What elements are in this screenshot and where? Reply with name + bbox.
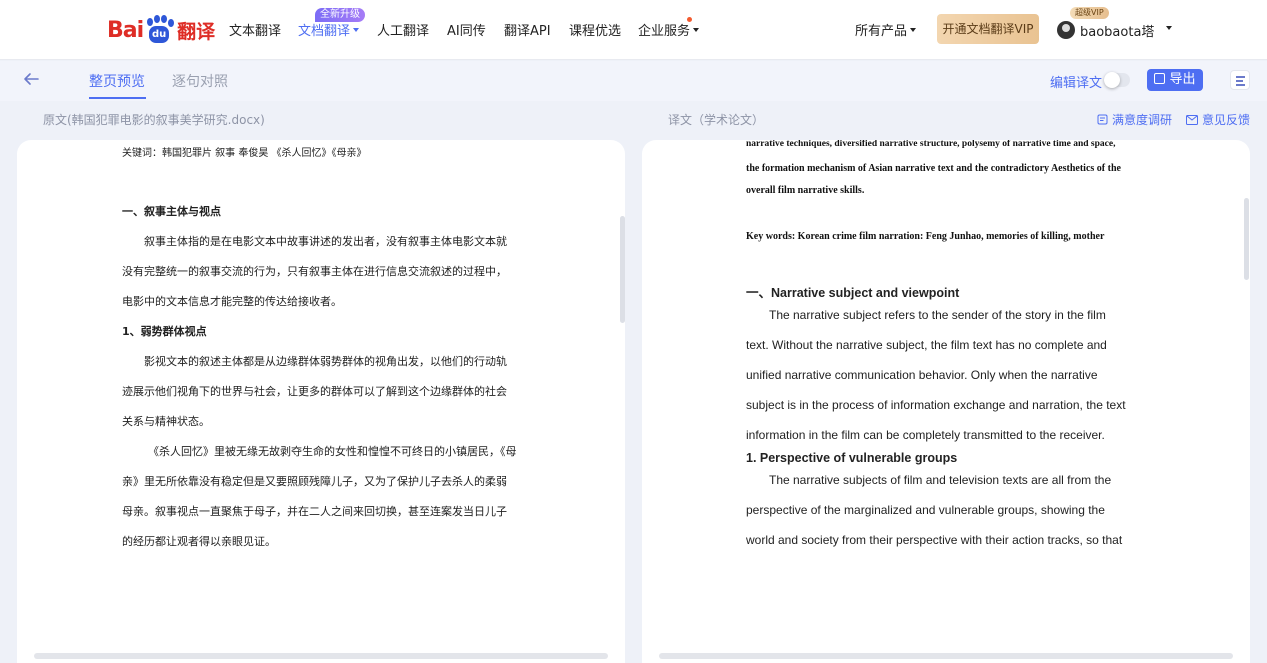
- chevron-down-icon: [353, 27, 360, 32]
- target-paragraph-line: unified narrative communication behavior…: [746, 368, 1098, 382]
- nav-translation-api[interactable]: 翻译API: [504, 20, 551, 39]
- feedback-link[interactable]: 意见反馈: [1186, 111, 1250, 128]
- nav-ai-interpretation[interactable]: AI同传: [447, 20, 486, 39]
- logo-fanyi-text: 翻译: [177, 20, 216, 43]
- export-icon: [1154, 73, 1166, 84]
- target-heading-2: 1. Perspective of vulnerable groups: [746, 451, 958, 465]
- source-paragraph-line: 《杀人回忆》里被无缘无故剥夺生命的女性和惶惶不可终日的小镇居民，《母: [148, 445, 517, 458]
- open-vip-button[interactable]: 开通文档翻译VIP: [937, 14, 1039, 44]
- source-paragraph-line: 关系与精神状态。: [122, 415, 210, 428]
- export-button[interactable]: 导出: [1147, 69, 1203, 91]
- back-arrow-icon[interactable]: [22, 70, 40, 88]
- mail-icon: [1186, 115, 1198, 125]
- horizontal-scrollbar[interactable]: [34, 653, 608, 659]
- edit-translation-toggle[interactable]: [1104, 72, 1130, 88]
- source-paragraph-line: 电影中的文本信息才能完整的传达给接收者。: [122, 295, 342, 308]
- target-paragraph-line: world and society from their perspective…: [746, 533, 1123, 547]
- source-document-panel[interactable]: 关键词：韩国犯罪片 叙事 奉俊昊 《杀人回忆》《母亲》 一、叙事主体与视点 叙事…: [17, 140, 625, 663]
- chevron-down-icon: [693, 27, 700, 32]
- target-abstract-line: narrative techniques, diversified narrat…: [746, 140, 1116, 149]
- tab-page-preview[interactable]: 整页预览: [89, 71, 145, 91]
- target-paragraph-line: subject is in the process of information…: [746, 398, 1126, 412]
- nav-text-translation[interactable]: 文本翻译: [229, 20, 281, 39]
- target-paragraph-line: text. Without the narrative subject, the…: [746, 338, 1107, 352]
- survey-icon: [1097, 114, 1108, 125]
- translated-document-panel[interactable]: narrative techniques, diversified narrat…: [642, 140, 1250, 663]
- nav-courses[interactable]: 课程优选: [569, 20, 621, 39]
- notification-dot: [687, 17, 692, 22]
- horizontal-scrollbar[interactable]: [659, 653, 1233, 659]
- baidu-paw-icon: du: [144, 15, 175, 45]
- baidu-fanyi-logo[interactable]: Bai du 翻译: [107, 14, 215, 46]
- active-tab-indicator: [89, 97, 146, 99]
- source-paragraph-line: 叙事主体指的是在电影文本中故事讲述的发出者，没有叙事主体电影文本就: [144, 235, 507, 248]
- source-doc-title: 原文(韩国犯罪电影的叙事美学研究.docx): [43, 113, 265, 127]
- tab-sentence-compare[interactable]: 逐句对照: [172, 71, 228, 91]
- source-paragraph-line: 的经历都让观者得以亲眼见证。: [122, 535, 276, 548]
- survey-link[interactable]: 满意度调研: [1097, 111, 1172, 128]
- target-paragraph-line: perspective of the marginalized and vuln…: [746, 503, 1105, 517]
- target-abstract-line: the formation mechanism of Asian narrati…: [746, 163, 1121, 174]
- username: baobaota塔: [1080, 24, 1155, 40]
- top-navigation-bar: Bai du 翻译 文本翻译 全新升级 文档翻译 人工翻译 AI同传 翻译API…: [0, 0, 1267, 60]
- nav-enterprise-services[interactable]: 企业服务: [638, 20, 700, 39]
- target-paragraph-line: information in the film can be completel…: [746, 428, 1105, 442]
- avatar: [1057, 21, 1075, 39]
- menu-icon[interactable]: [1230, 70, 1250, 90]
- nav-document-translation[interactable]: 文档翻译: [298, 20, 360, 39]
- target-keywords: Key words: Korean crime film narration: …: [746, 231, 1105, 242]
- vertical-scrollbar[interactable]: [1244, 198, 1249, 280]
- chevron-down-icon: [910, 27, 917, 32]
- chevron-down-icon: [1166, 26, 1173, 30]
- source-paragraph-line: 没有完整统一的叙事交流的行为，只有叙事主体在进行信息交流叙述的过程中，: [122, 265, 507, 278]
- target-abstract-line: overall film narrative skills.: [746, 185, 865, 196]
- logo-bai-text: Bai: [107, 17, 144, 43]
- target-doc-title: 译文（学术论文）: [668, 113, 765, 127]
- user-menu[interactable]: baobaota塔: [1057, 18, 1173, 42]
- target-heading-1: 一、Narrative subject and viewpoint: [746, 286, 960, 300]
- source-paragraph-line: 母亲。叙事视点一直聚焦于母子，并在二人之间来回切换，甚至连案发当日儿子: [122, 505, 507, 518]
- edit-translation-label: 编辑译文: [1050, 76, 1103, 91]
- source-paragraph-line: 影视文本的叙述主体都是从边缘群体弱势群体的视角出发，以他们的行动轨: [144, 355, 507, 368]
- target-paragraph-line: The narrative subject refers to the send…: [769, 308, 1106, 322]
- source-heading-2: 1、弱势群体视点: [122, 325, 207, 338]
- all-products-menu[interactable]: 所有产品: [855, 20, 917, 39]
- source-heading-1: 一、叙事主体与视点: [122, 205, 221, 218]
- source-paragraph-line: 迹展示他们视角下的世界与社会，让更多的群体可以了解到这个边缘群体的社会: [122, 385, 507, 398]
- source-paragraph-line: 亲》里无所依靠没有稳定但是又要照顾残障儿子，又为了保护儿子去杀人的柔弱: [122, 475, 507, 488]
- vertical-scrollbar[interactable]: [620, 216, 625, 323]
- target-paragraph-line: The narrative subjects of film and telev…: [769, 473, 1112, 487]
- nav-human-translation[interactable]: 人工翻译: [377, 20, 429, 39]
- source-keywords: 关键词：韩国犯罪片 叙事 奉俊昊 《杀人回忆》《母亲》: [122, 148, 367, 159]
- view-tab-bar: 整页预览 逐句对照 编辑译文 导出: [0, 61, 1267, 101]
